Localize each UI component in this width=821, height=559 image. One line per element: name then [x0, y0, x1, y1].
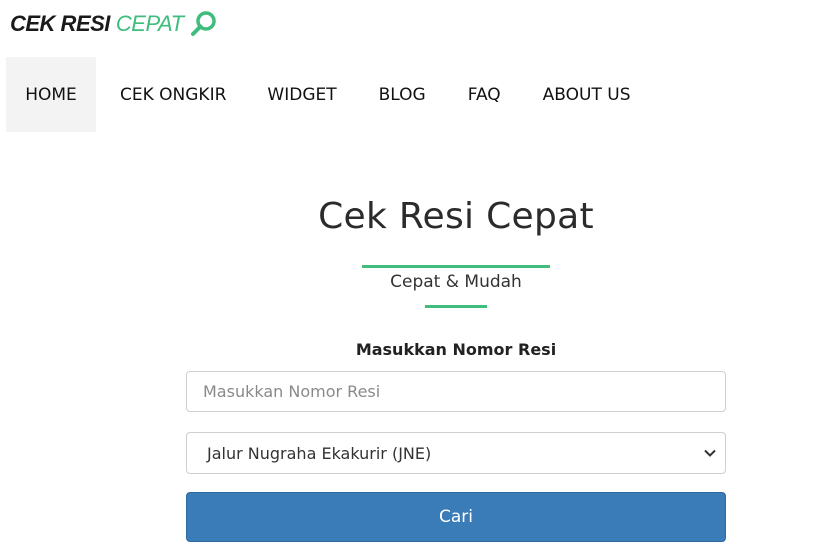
nav-label: BLOG — [378, 84, 426, 105]
nav-item-cek-ongkir[interactable]: CEK ONGKIR — [120, 57, 226, 132]
logo-text-secondary: CEPAT — [115, 11, 184, 36]
tracking-number-label: Masukkan Nomor Resi — [355, 340, 557, 359]
logo-text-primary: CEK RESI — [10, 11, 110, 36]
nav-item-faq[interactable]: FAQ — [468, 57, 501, 132]
courier-selected-value: Jalur Nugraha Ekakurir (JNE) — [207, 443, 432, 463]
nav-label: FAQ — [467, 84, 501, 105]
nav-item-about-us[interactable]: ABOUT US — [543, 57, 631, 132]
chevron-down-icon — [704, 449, 716, 457]
magnifier-icon — [190, 11, 216, 36]
divider-top — [362, 265, 550, 268]
courier-select[interactable]: Jalur Nugraha Ekakurir (JNE) — [186, 432, 726, 474]
site-logo[interactable]: CEK RESI CEPAT — [10, 9, 218, 39]
page: CEK RESI CEPAT HOME CEK ONGKIR WIDGET BL… — [0, 0, 821, 559]
nav-label: HOME — [25, 84, 77, 105]
divider-bottom — [425, 305, 487, 308]
nav-label: WIDGET — [267, 84, 337, 105]
page-subtitle: Cepat & Mudah — [390, 272, 522, 292]
nav-item-widget[interactable]: WIDGET — [267, 57, 336, 132]
page-title: Cek Resi Cepat — [318, 196, 594, 237]
nav-item-blog[interactable]: BLOG — [379, 57, 426, 132]
main-nav: HOME CEK ONGKIR WIDGET BLOG FAQ ABOUT US — [6, 57, 631, 132]
nav-item-home[interactable]: HOME — [6, 57, 96, 132]
search-button-label: Cari — [439, 507, 473, 527]
tracking-number-input[interactable] — [186, 371, 726, 412]
nav-label: ABOUT US — [542, 84, 631, 105]
nav-label: CEK ONGKIR — [120, 84, 227, 105]
search-button[interactable]: Cari — [186, 492, 726, 542]
